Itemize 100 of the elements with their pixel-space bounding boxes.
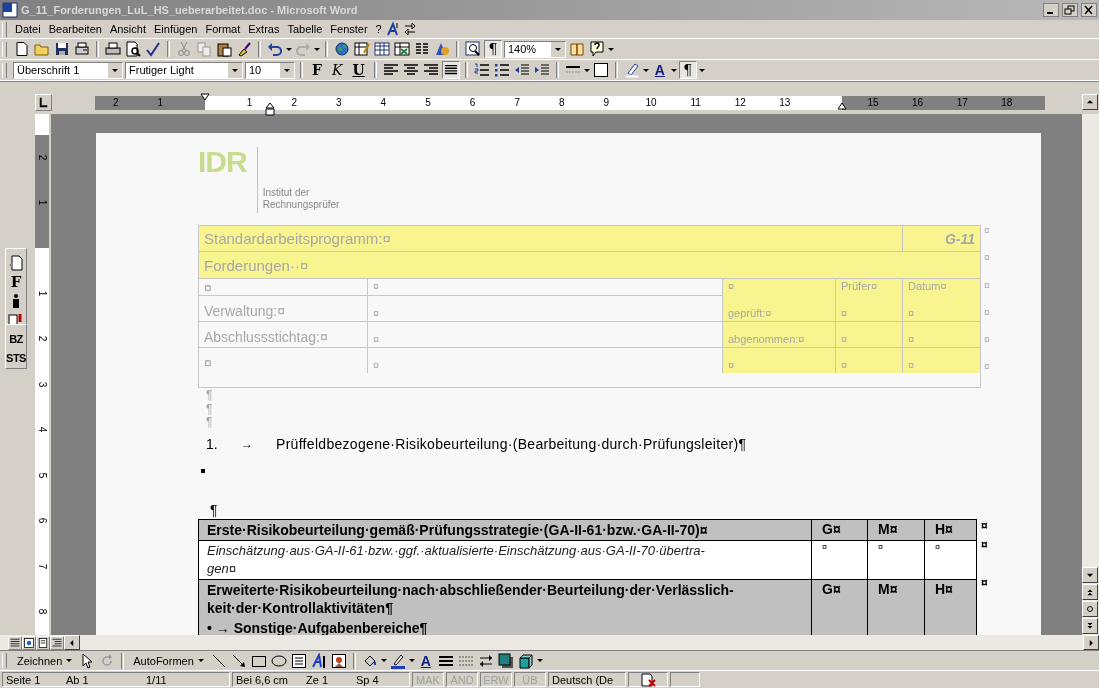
spell-check-icon[interactable] <box>144 40 162 58</box>
caret-icon[interactable] <box>380 659 387 662</box>
bullet-list-icon[interactable] <box>492 61 511 79</box>
new-document-icon[interactable] <box>13 40 31 58</box>
print-view-icon[interactable] <box>36 635 50 650</box>
caret-icon[interactable] <box>536 659 543 662</box>
highlighter-icon[interactable] <box>622 61 641 79</box>
first-line-indent-marker[interactable] <box>200 93 210 101</box>
caret-icon[interactable] <box>314 47 320 51</box>
font-color-button[interactable]: A <box>416 651 435 670</box>
menu-item[interactable]: Einfügen <box>150 23 202 35</box>
print-preview-icon[interactable] <box>124 40 142 58</box>
document-icon[interactable] <box>8 255 24 271</box>
end-of-row-mark: ¤ <box>981 575 988 592</box>
close-icon[interactable] <box>1081 3 1097 17</box>
ruler-number: 5 <box>36 471 48 480</box>
font-dropdown[interactable]: Frutiger Light <box>125 61 243 79</box>
outline-view-icon[interactable] <box>50 635 64 650</box>
table-cell: ¤ <box>902 348 980 373</box>
style-dropdown[interactable]: Überschrift 1 <box>13 61 123 79</box>
cube-icon[interactable] <box>516 651 535 670</box>
caret-icon[interactable] <box>608 47 614 51</box>
ruler-number: 1 <box>156 97 165 108</box>
square-border-icon[interactable] <box>591 61 610 79</box>
side-toolbar-button[interactable]: STS <box>6 350 26 366</box>
shadow-square-icon[interactable] <box>496 651 515 670</box>
end-of-row-mark: ¤ <box>981 518 988 535</box>
scroll-down-button[interactable] <box>1082 567 1098 583</box>
caret-icon[interactable] <box>698 68 705 72</box>
scroll-left-button[interactable] <box>64 635 80 650</box>
menu-item[interactable]: Fenster <box>326 23 372 35</box>
table-cell: Forderungen··¤ <box>199 252 980 278</box>
ruler-number: 12 <box>734 97 747 108</box>
side-toolbar-button[interactable]: BZ <box>9 331 23 347</box>
font-color-button[interactable]: A <box>650 61 669 79</box>
font-size-dropdown[interactable]: 10 <box>245 61 295 79</box>
caret-icon[interactable] <box>670 68 677 72</box>
tab-stop-icon[interactable] <box>35 94 52 111</box>
caret-icon[interactable] <box>286 47 292 51</box>
caret-icon[interactable] <box>583 68 590 72</box>
next-page-button[interactable] <box>1082 618 1098 634</box>
table-icon[interactable] <box>373 40 391 58</box>
browse-object-button[interactable] <box>1082 601 1098 617</box>
globe-icon[interactable] <box>333 40 351 58</box>
spreadsheet-icon[interactable] <box>393 40 411 58</box>
wordart-icon[interactable] <box>309 651 328 670</box>
table-cell: ¤ <box>835 348 902 373</box>
ruler-number: 6 <box>468 97 477 108</box>
zoom-dropdown[interactable]: 140% <box>504 40 566 58</box>
draw-menu[interactable]: Zeichnen <box>13 654 77 667</box>
table-cell: ¤ <box>835 296 902 321</box>
bullet-item: • → Sonstige·Aufgabenbereiche¶ <box>207 618 429 635</box>
menu-item[interactable]: Extras <box>244 23 284 35</box>
restore-icon[interactable] <box>1062 3 1078 17</box>
end-of-row-mark: ¤ <box>984 307 990 320</box>
scroll-up-button[interactable] <box>1082 94 1098 110</box>
hanging-indent-marker[interactable] <box>265 102 275 116</box>
numbered-list-icon[interactable] <box>472 61 491 79</box>
menu-item[interactable]: ? <box>371 23 386 35</box>
status-text: Ze 1 <box>306 673 329 686</box>
side-toolbar-button[interactable]: F <box>10 274 22 290</box>
ruler-number: 7 <box>513 97 521 108</box>
envelope-printer-icon[interactable] <box>73 40 91 58</box>
menu-item[interactable]: Ansicht <box>105 23 150 35</box>
normal-view-icon[interactable] <box>8 635 22 650</box>
italic-button[interactable]: K <box>328 61 347 79</box>
justify-icon[interactable] <box>441 61 460 79</box>
end-of-row-mark: ¤ <box>984 280 990 293</box>
end-of-row-mark: ¤ <box>984 225 990 238</box>
clipboard-icon[interactable] <box>215 40 233 58</box>
previous-page-button[interactable] <box>1082 584 1098 600</box>
book-icon[interactable] <box>568 40 586 58</box>
caret-icon[interactable] <box>408 659 415 662</box>
underline-button[interactable]: U <box>348 61 369 79</box>
show-formatting-button[interactable]: ¶ <box>678 61 697 79</box>
picture-icon[interactable] <box>329 651 348 670</box>
language-indicator[interactable]: Deutsch (De <box>548 672 626 687</box>
paragraph-format-mark-icon <box>201 468 205 473</box>
table-pencil-icon[interactable] <box>353 40 371 58</box>
autoshapes-menu[interactable]: AutoFormen <box>129 654 208 667</box>
printer-icon[interactable] <box>104 40 122 58</box>
ruler-number: 6 <box>36 516 48 526</box>
help-icon[interactable] <box>588 40 606 58</box>
bold-button[interactable]: F <box>308 61 326 79</box>
magnifier-page-icon[interactable] <box>464 40 482 58</box>
menu-item[interactable]: Bearbeiten <box>44 23 106 35</box>
right-indent-marker[interactable] <box>837 102 847 110</box>
minimize-icon[interactable] <box>1043 3 1059 17</box>
menu-item[interactable]: Tabelle <box>283 23 327 35</box>
show-formatting-button[interactable]: ¶ <box>484 40 502 58</box>
scroll-right-button[interactable] <box>1083 635 1099 650</box>
vertical-scrollbar[interactable] <box>1082 114 1099 635</box>
web-view-icon[interactable] <box>22 635 36 650</box>
spell-status-icon[interactable] <box>640 671 656 688</box>
table-cell-text: Erste·Risikobeurteilung·gemäß·Prüfungsstrategie·(GA-II-61·bzw.·GA-II-70)¤ <box>207 520 709 539</box>
table-cell: ¤ <box>902 322 980 347</box>
caret-icon[interactable] <box>642 68 649 72</box>
text-box-icon[interactable] <box>289 651 308 670</box>
menu-item[interactable]: Format <box>201 23 245 35</box>
menu-item[interactable]: Datei <box>11 23 45 35</box>
